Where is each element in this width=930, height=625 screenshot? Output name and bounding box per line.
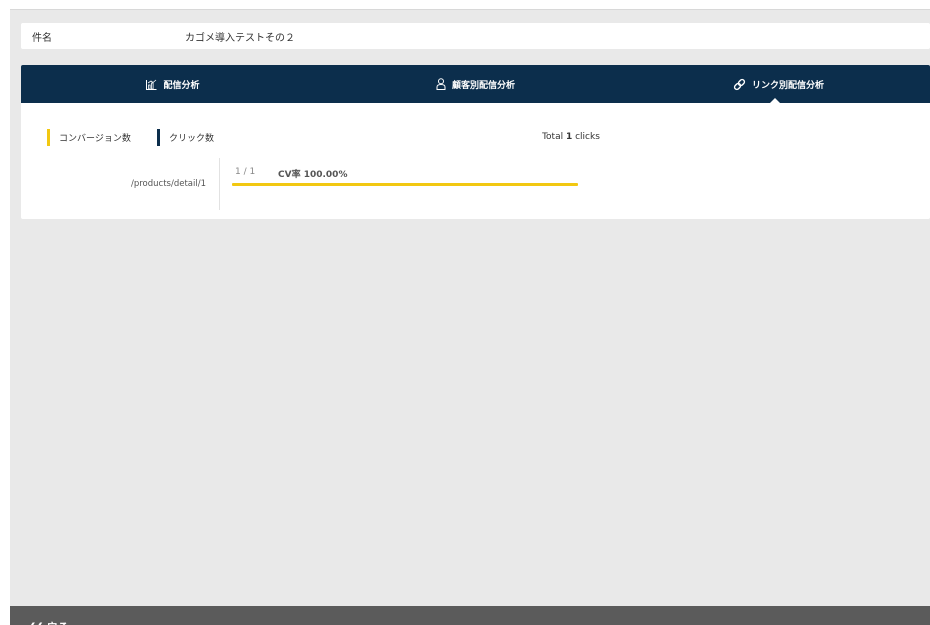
subject-value: カゴメ導入テストその２ bbox=[185, 33, 295, 44]
person-icon bbox=[436, 78, 446, 90]
link-url: /products/detail/1 bbox=[130, 179, 206, 189]
analysis-tabs: 配信分析 顧客別配信分析 リンク別配信分析 bbox=[21, 65, 930, 103]
cv-rate-value: 100.00% bbox=[303, 170, 348, 180]
legend-conversions: コンバージョン数 bbox=[47, 128, 131, 146]
legend-conversions-label: コンバージョン数 bbox=[59, 133, 131, 144]
subject-row: 件名 カゴメ導入テストその２ bbox=[21, 23, 930, 49]
ratio-separator: / bbox=[243, 167, 247, 177]
tab-delivery-analysis-label: 配信分析 bbox=[163, 80, 200, 91]
conversion-ratio: 1 / 1 bbox=[235, 167, 255, 177]
row-divider bbox=[219, 158, 220, 210]
legend-clicks: クリック数 bbox=[157, 128, 214, 146]
bar-chart-icon bbox=[145, 79, 157, 90]
total-clicks: Total 1 clicks bbox=[501, 132, 641, 142]
legend-clicks-label: クリック数 bbox=[169, 133, 215, 144]
ratio-conversions: 1 bbox=[235, 167, 241, 177]
window-left-edge bbox=[0, 0, 10, 625]
ratio-clicks: 1 bbox=[249, 167, 256, 177]
back-button-label: 戻る bbox=[47, 619, 69, 625]
link-icon bbox=[733, 78, 746, 91]
double-chevron-left-icon: ❮❮ bbox=[28, 622, 44, 625]
link-analysis-panel: コンバージョン数 クリック数 Total 1 clicks /products/… bbox=[21, 103, 930, 219]
subject-label: 件名 bbox=[32, 33, 52, 44]
tab-delivery-analysis[interactable]: 配信分析 bbox=[21, 65, 324, 103]
total-suffix: clicks bbox=[575, 132, 600, 142]
legend-conversions-swatch bbox=[47, 128, 50, 146]
conversion-bar bbox=[232, 183, 578, 186]
total-prefix: Total bbox=[542, 132, 564, 142]
tab-customer-analysis[interactable]: 顧客別配信分析 bbox=[324, 65, 627, 103]
cv-rate-label: CV率 bbox=[278, 170, 301, 180]
conversion-bar-track bbox=[232, 183, 578, 186]
legend-clicks-swatch bbox=[157, 128, 160, 146]
total-count: 1 bbox=[565, 132, 573, 142]
window-top-edge bbox=[10, 0, 930, 10]
tab-link-analysis-label: リンク別配信分析 bbox=[751, 80, 824, 91]
main-content: 件名 カゴメ導入テストその２ 配信分析 顧客別配信分析 リンク別配信分析 コンバ… bbox=[10, 10, 930, 606]
back-button[interactable]: ❮❮ 戻る bbox=[28, 619, 69, 625]
footer-bar: ❮❮ 戻る bbox=[10, 606, 930, 625]
tab-customer-analysis-label: 顧客別配信分析 bbox=[451, 80, 515, 91]
cv-rate: CV率 100.00% bbox=[278, 167, 347, 180]
